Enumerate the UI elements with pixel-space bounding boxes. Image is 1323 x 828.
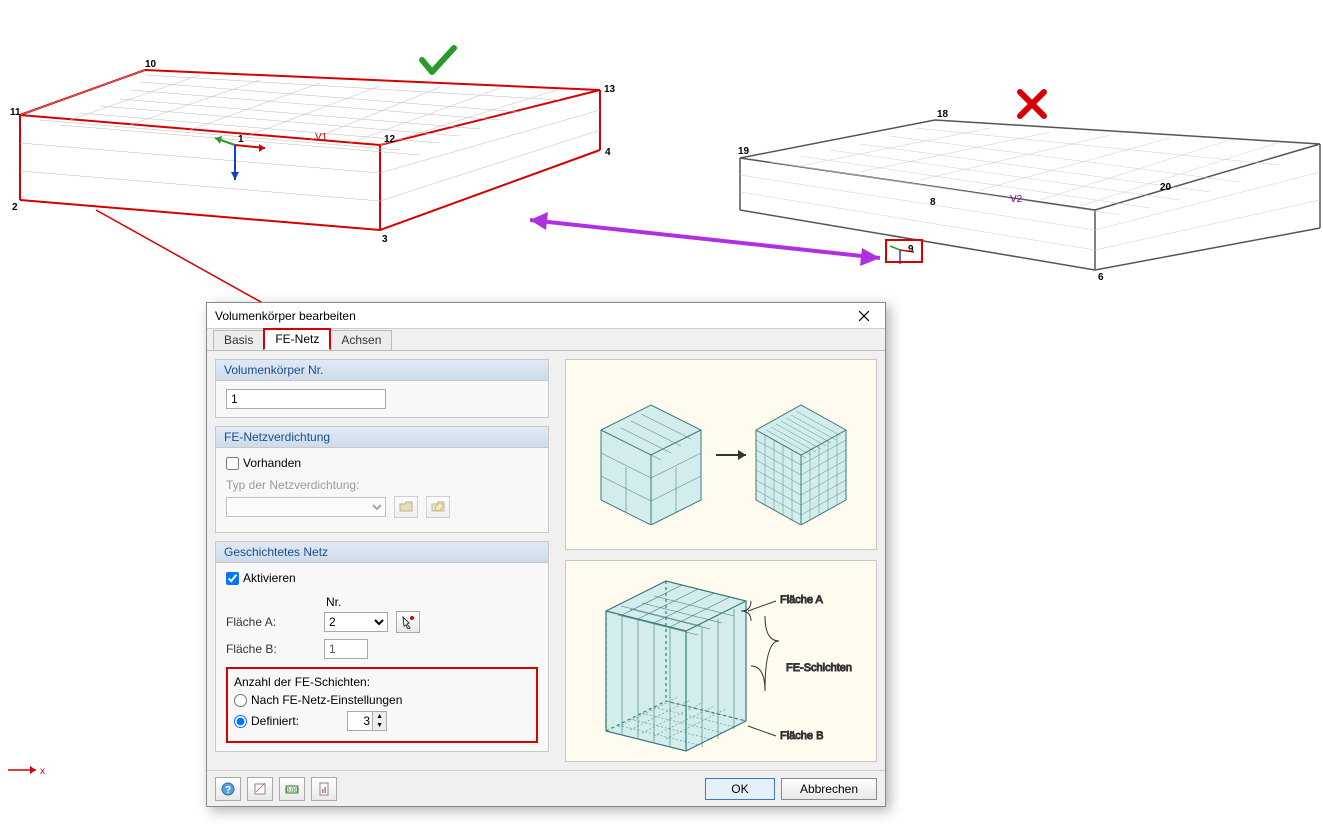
- dialog-titlebar[interactable]: Volumenkörper bearbeiten: [207, 303, 885, 329]
- fe-layers-defined-label: Definiert:: [251, 714, 299, 728]
- open-folder-icon: [394, 496, 418, 518]
- group-mesh-refinement: FE-Netzverdichtung Vorhanden Typ der Net…: [215, 426, 549, 533]
- note-icon[interactable]: [247, 777, 273, 801]
- svg-text:FE-Schichten: FE-Schichten: [786, 662, 852, 674]
- tab-fe-netz[interactable]: FE-Netz: [263, 328, 331, 350]
- fe-layers-radio-defined[interactable]: Definiert: ▲▼: [234, 711, 530, 731]
- svg-text:13: 13: [604, 84, 616, 95]
- svg-text:Fläche A: Fläche A: [780, 594, 823, 606]
- svg-text:6: 6: [1098, 272, 1104, 283]
- comparison-arrow: [530, 212, 880, 266]
- column-nr-label: Nr.: [326, 595, 538, 609]
- face-b-label: Fläche B:: [226, 642, 316, 656]
- help-icon[interactable]: ?: [215, 777, 241, 801]
- axis-indicator: x: [8, 766, 45, 777]
- cross-icon: [1020, 92, 1044, 116]
- svg-text:18: 18: [937, 109, 949, 120]
- group-header-layered: Geschichtetes Netz: [216, 542, 548, 563]
- svg-text:1: 1: [238, 134, 244, 145]
- group-layered-mesh: Geschichtetes Netz Aktivieren Nr. Fläche…: [215, 541, 549, 752]
- refinement-available-checkbox[interactable]: Vorhanden: [226, 456, 538, 470]
- illustration-refinement: [565, 359, 877, 550]
- face-a-label: Fläche A:: [226, 615, 316, 629]
- svg-text:V2: V2: [1010, 194, 1023, 205]
- refinement-available-label: Vorhanden: [243, 456, 301, 470]
- face-b-input: [324, 639, 368, 659]
- svg-text:11: 11: [10, 107, 21, 118]
- ok-button[interactable]: OK: [705, 778, 775, 800]
- dialog-footer: ? 0.00 OK Abbrechen: [207, 770, 885, 806]
- tab-achsen[interactable]: Achsen: [330, 330, 392, 350]
- close-icon[interactable]: [851, 306, 877, 326]
- svg-text:0.00: 0.00: [286, 788, 298, 794]
- svg-text:8: 8: [930, 197, 936, 208]
- edit-folder-icon: [426, 496, 450, 518]
- svg-text:9: 9: [908, 244, 914, 255]
- spin-down-icon[interactable]: ▼: [373, 721, 386, 730]
- svg-text:3: 3: [382, 234, 388, 245]
- fe-layers-spin[interactable]: ▲▼: [347, 711, 387, 731]
- svg-text:V1: V1: [315, 132, 328, 143]
- solid-left: 10 13 11 12 2 3 4 1 V1: [10, 59, 616, 245]
- units-icon[interactable]: 0.00: [279, 777, 305, 801]
- dialog-title: Volumenkörper bearbeiten: [215, 309, 356, 323]
- volume-nr-input[interactable]: [226, 389, 386, 409]
- spin-up-icon[interactable]: ▲: [373, 712, 386, 721]
- checkmark-icon: [422, 48, 454, 72]
- face-a-select[interactable]: 2: [324, 612, 388, 632]
- fe-layers-highlight: Anzahl der FE-Schichten: Nach FE-Netz-Ei…: [226, 667, 538, 743]
- refinement-type-select: [226, 497, 386, 517]
- group-volume-number: Volumenkörper Nr.: [215, 359, 549, 418]
- group-header-refinement: FE-Netzverdichtung: [216, 427, 548, 448]
- refinement-type-label: Typ der Netzverdichtung:: [226, 478, 538, 492]
- svg-text:2: 2: [12, 202, 18, 213]
- fe-layers-auto-label: Nach FE-Netz-Einstellungen: [251, 693, 402, 707]
- svg-text:?: ?: [225, 785, 231, 796]
- svg-text:19: 19: [738, 146, 750, 157]
- cancel-button[interactable]: Abbrechen: [781, 778, 877, 800]
- svg-text:x: x: [40, 766, 45, 777]
- pick-face-icon[interactable]: [396, 611, 420, 633]
- edit-solid-dialog: Volumenkörper bearbeiten Basis FE-Netz A…: [206, 302, 886, 807]
- illustration-layered: Fläche A FE-Schichten Fläche B: [565, 560, 877, 762]
- svg-text:4: 4: [605, 147, 611, 158]
- group-header-volume-nr: Volumenkörper Nr.: [216, 360, 548, 381]
- svg-text:20: 20: [1160, 182, 1172, 193]
- layered-activate-label: Aktivieren: [243, 571, 296, 585]
- svg-text:Fläche B: Fläche B: [780, 730, 823, 742]
- fe-layers-value-input[interactable]: [348, 712, 372, 730]
- fe-layers-radio-auto[interactable]: Nach FE-Netz-Einstellungen: [234, 693, 530, 707]
- layered-activate-checkbox[interactable]: Aktivieren: [226, 571, 538, 585]
- fe-layers-header: Anzahl der FE-Schichten:: [234, 675, 530, 689]
- svg-text:12: 12: [384, 134, 396, 145]
- svg-text:10: 10: [145, 59, 157, 70]
- tab-basis[interactable]: Basis: [213, 330, 264, 350]
- solid-right: 18 21 19 20 9 6 7 8 V2: [738, 109, 1323, 283]
- dialog-tabs: Basis FE-Netz Achsen: [207, 329, 885, 351]
- report-icon[interactable]: [311, 777, 337, 801]
